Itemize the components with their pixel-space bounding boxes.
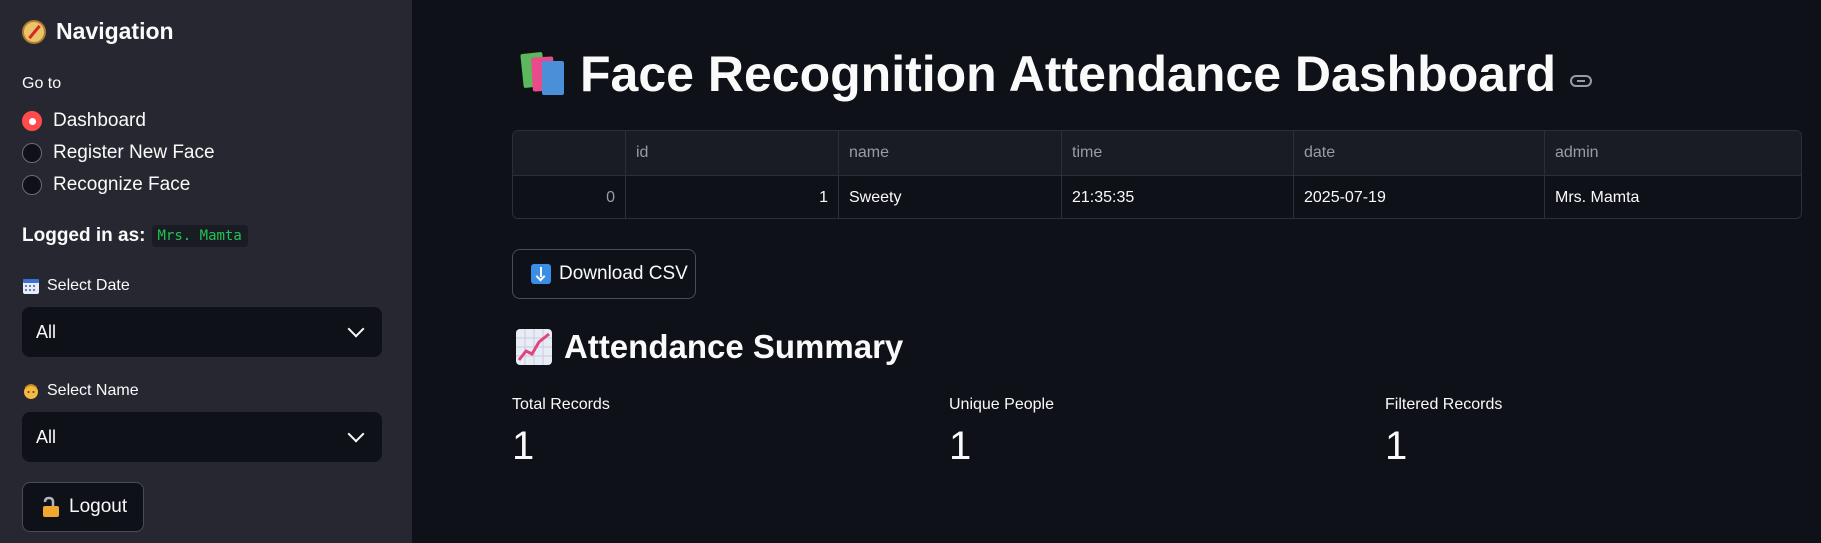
logged-in-label: Logged in as: (22, 225, 146, 246)
table-cell-index[interactable]: 0 (513, 176, 626, 218)
sidebar-title-text: Navigation (56, 18, 174, 44)
select-date-value: All (36, 321, 57, 342)
table-cell-id[interactable]: 1 (626, 176, 839, 218)
compass-icon (22, 19, 46, 44)
table-cell-admin[interactable]: Mrs. Mamta (1545, 176, 1801, 218)
table-header-id[interactable]: id (626, 131, 839, 175)
table-row: 0 1 Sweety 21:35:35 2025-07-19 Mrs. Mamt… (513, 176, 1801, 218)
books-icon (520, 51, 566, 97)
table-header-date[interactable]: date (1294, 131, 1545, 175)
table-header-time[interactable]: time (1062, 131, 1294, 175)
table-header-name[interactable]: name (839, 131, 1062, 175)
select-name-value: All (36, 426, 57, 447)
page-title: Face Recognition Attendance Dashboard (520, 45, 1593, 103)
person-icon (24, 384, 38, 399)
table-cell-name[interactable]: Sweety (839, 176, 1062, 218)
page-title-text: Face Recognition Attendance Dashboard (580, 46, 1557, 102)
download-csv-button[interactable]: Download CSV (512, 249, 696, 299)
nav-option-label: Dashboard (53, 110, 146, 131)
metric-value-total-records: 1 (512, 424, 535, 468)
nav-option-register-new-face[interactable]: Register New Face (22, 142, 215, 164)
select-date-dropdown[interactable]: All (22, 307, 382, 357)
logout-label: Logout (69, 496, 128, 517)
table-header-row: id name time date admin (513, 131, 1801, 176)
chart-increasing-icon (516, 329, 552, 365)
select-name-dropdown[interactable]: All (22, 412, 382, 462)
select-name-label-text: Select Name (47, 382, 139, 399)
table-header-admin[interactable]: admin (1545, 131, 1801, 175)
sidebar-title: Navigation (22, 18, 174, 45)
metric-label-filtered-records: Filtered Records (1385, 396, 1503, 413)
select-date-label-text: Select Date (47, 277, 130, 294)
logged-in-status: Logged in as: Mrs. Mamta (22, 225, 248, 247)
chevron-down-icon (347, 425, 365, 443)
download-arrow-icon (531, 264, 551, 284)
summary-title: Attendance Summary (516, 328, 903, 366)
unlocked-padlock-icon (43, 496, 59, 517)
sidebar: Navigation Go to Dashboard Register New … (0, 0, 412, 543)
nav-option-recognize-face[interactable]: Recognize Face (22, 174, 190, 196)
metric-value-filtered-records: 1 (1385, 424, 1408, 468)
goto-label: Go to (22, 75, 62, 92)
logged-in-user: Mrs. Mamta (151, 225, 248, 247)
metric-value-unique-people: 1 (949, 424, 972, 468)
summary-title-text: Attendance Summary (564, 328, 904, 365)
link-icon[interactable] (1570, 75, 1593, 87)
select-name-label: Select Name (22, 382, 139, 400)
download-csv-label: Download CSV (559, 263, 688, 284)
logout-button[interactable]: Logout (22, 482, 144, 532)
radio-unselected-icon[interactable] (22, 143, 42, 163)
attendance-table: id name time date admin 0 1 Sweety 21:35… (512, 130, 1802, 219)
chevron-down-icon (347, 320, 365, 338)
select-date-label: Select Date (22, 277, 130, 295)
metric-label-unique-people: Unique People (949, 396, 1054, 413)
radio-unselected-icon[interactable] (22, 175, 42, 195)
nav-option-label: Register New Face (53, 142, 215, 163)
nav-option-label: Recognize Face (53, 174, 191, 195)
calendar-icon (23, 279, 39, 294)
table-cell-date[interactable]: 2025-07-19 (1294, 176, 1545, 218)
metric-label-total-records: Total Records (512, 396, 610, 413)
table-cell-time[interactable]: 21:35:35 (1062, 176, 1294, 218)
radio-selected-icon[interactable] (22, 111, 42, 131)
nav-option-dashboard[interactable]: Dashboard (22, 110, 146, 132)
table-header-index[interactable] (513, 131, 626, 175)
